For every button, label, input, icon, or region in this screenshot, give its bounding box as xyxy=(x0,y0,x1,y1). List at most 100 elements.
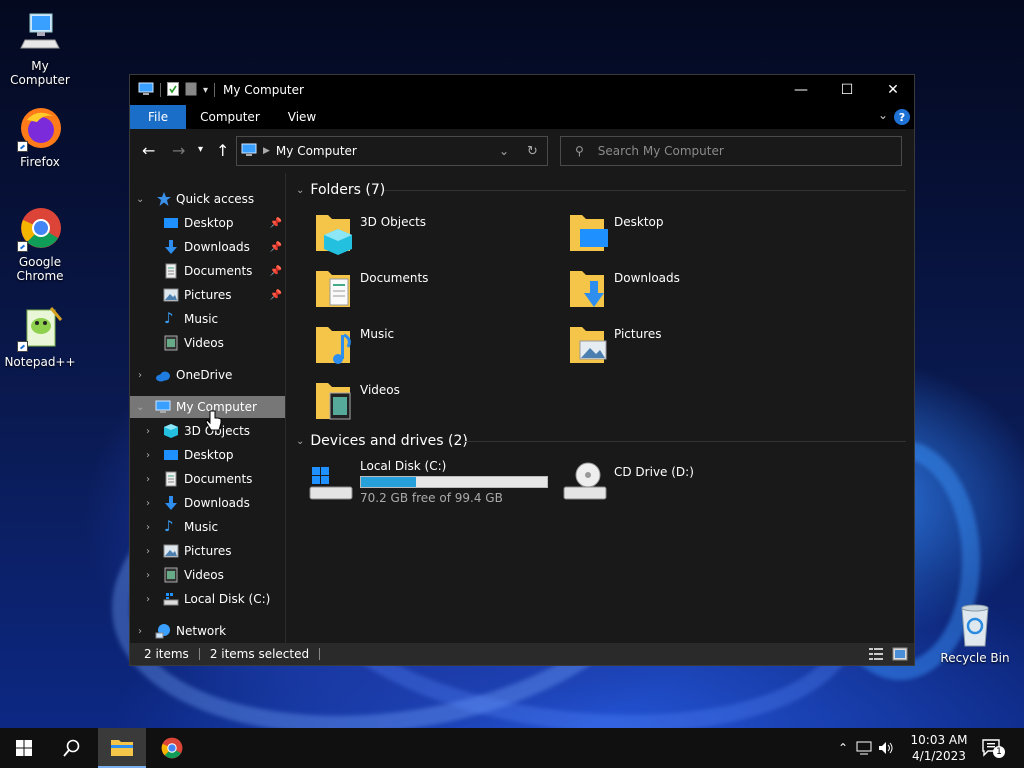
cube-icon xyxy=(164,424,178,438)
nav-network[interactable]: › Network xyxy=(130,620,285,642)
nav-quick-documents[interactable]: Documents 📌 xyxy=(130,260,285,282)
action-center-button[interactable]: 1 xyxy=(982,728,1005,768)
chevron-right-icon[interactable]: › xyxy=(138,626,142,637)
drive-cd-d[interactable]: CD Drive (D:) xyxy=(562,459,812,511)
maximize-button[interactable]: ☐ xyxy=(824,75,870,105)
nav-quick-downloads[interactable]: Downloads 📌 xyxy=(130,236,285,258)
details-view-icon[interactable] xyxy=(868,647,884,664)
customize-toolbar-chevron-icon[interactable]: ▾ xyxy=(203,85,208,96)
help-icon[interactable]: ? xyxy=(894,109,910,125)
network-status-icon[interactable] xyxy=(856,741,872,755)
folder-desktop[interactable]: Desktop xyxy=(568,209,818,261)
shortcut-arrow-icon xyxy=(17,341,28,352)
up-arrow-icon[interactable]: ↑ xyxy=(216,141,229,160)
back-arrow-icon[interactable]: ← xyxy=(142,141,155,160)
desktop-icon-firefox[interactable]: Firefox xyxy=(0,106,80,169)
desktop-icon-my-computer[interactable]: My Computer xyxy=(0,10,80,87)
folder-downloads[interactable]: Downloads xyxy=(568,265,818,317)
chevron-right-icon[interactable]: › xyxy=(138,370,142,381)
nav-quick-videos[interactable]: Videos xyxy=(130,332,285,354)
hard-drive-icon xyxy=(163,593,179,606)
drive-usage-fill xyxy=(361,477,416,487)
desktop-icon-notepad-plus-plus[interactable]: Notepad++ xyxy=(0,306,80,369)
computer-icon xyxy=(17,10,63,56)
devices-group-header[interactable]: ⌄ Devices and drives (2) xyxy=(296,430,468,452)
chevron-right-icon[interactable]: › xyxy=(146,522,150,533)
properties-icon[interactable] xyxy=(167,81,179,99)
tab-view[interactable]: View xyxy=(274,105,330,129)
nav-computer-videos[interactable]: › Videos xyxy=(130,564,285,586)
tab-file[interactable]: File xyxy=(130,105,187,129)
tab-computer[interactable]: Computer xyxy=(186,105,274,129)
star-icon xyxy=(157,192,171,206)
chevron-right-icon[interactable]: › xyxy=(146,474,150,485)
new-folder-icon[interactable] xyxy=(185,82,197,99)
nav-quick-access[interactable]: ⌄ Quick access xyxy=(130,188,285,210)
desktop-icon-google-chrome[interactable]: Google Chrome xyxy=(0,206,80,283)
pictures-icon xyxy=(163,544,179,558)
selection-count: 2 items selected xyxy=(200,648,321,660)
chevron-right-icon[interactable]: › xyxy=(146,570,150,581)
show-hidden-icons-chevron-icon[interactable]: ⌃ xyxy=(838,741,848,755)
window-title: My Computer xyxy=(223,83,304,97)
chevron-right-icon[interactable]: › xyxy=(146,426,150,437)
nav-computer-pictures[interactable]: › Pictures xyxy=(130,540,285,562)
folder-documents[interactable]: Documents xyxy=(314,265,564,317)
volume-icon[interactable] xyxy=(878,741,894,755)
taskbar-chrome[interactable] xyxy=(148,728,196,768)
clock[interactable]: 10:03 AM 4/1/2023 xyxy=(906,732,972,764)
desktop-icon-label: Google Chrome xyxy=(16,255,64,283)
explorer-window: ▾ My Computer — ☐ ✕ File Computer View ⌄… xyxy=(129,74,915,666)
nav-computer-downloads[interactable]: › Downloads xyxy=(130,492,285,514)
chevron-down-icon[interactable]: ⌄ xyxy=(296,185,304,196)
forward-arrow-icon[interactable]: → xyxy=(172,141,185,160)
folder-pictures[interactable]: Pictures xyxy=(568,321,818,373)
videos-icon xyxy=(164,567,178,583)
nav-computer-desktop[interactable]: › Desktop xyxy=(130,444,285,466)
nav-computer-documents[interactable]: › Documents xyxy=(130,468,285,490)
recent-locations-chevron-icon[interactable]: ▾ xyxy=(198,144,203,155)
folder-documents-icon xyxy=(316,271,350,307)
chevron-down-icon[interactable]: ⌄ xyxy=(136,402,144,413)
cloud-icon xyxy=(156,371,170,382)
title-bar[interactable]: ▾ My Computer — ☐ ✕ xyxy=(130,75,914,105)
download-icon xyxy=(165,496,177,510)
system-tray: ⌃ xyxy=(838,728,894,768)
search-input[interactable]: Search My Computer xyxy=(598,144,724,158)
folder-3d-objects[interactable]: 3D Objects xyxy=(314,209,564,261)
refresh-icon[interactable]: ↻ xyxy=(527,144,538,159)
nav-computer-music[interactable]: › ♪ Music xyxy=(130,516,285,538)
drive-local-disk-c[interactable]: Local Disk (C:) 70.2 GB free of 99.4 GB xyxy=(308,459,558,511)
folder-music[interactable]: Music xyxy=(314,321,564,373)
chevron-right-icon[interactable]: › xyxy=(146,498,150,509)
minimize-button[interactable]: — xyxy=(778,75,824,105)
nav-onedrive[interactable]: › OneDrive xyxy=(130,364,285,386)
nav-quick-pictures[interactable]: Pictures 📌 xyxy=(130,284,285,306)
start-button[interactable] xyxy=(0,728,48,768)
chevron-down-icon[interactable]: ⌄ xyxy=(296,436,304,447)
nav-computer-local-disk[interactable]: › Local Disk (C:) xyxy=(130,588,285,610)
chevron-down-icon[interactable]: ⌄ xyxy=(136,194,144,205)
chevron-right-icon[interactable]: › xyxy=(146,450,150,461)
document-icon xyxy=(165,263,177,279)
nav-quick-desktop[interactable]: Desktop 📌 xyxy=(130,212,285,234)
recycle-bin-icon xyxy=(952,602,998,648)
folder-videos[interactable]: Videos xyxy=(314,377,564,429)
taskbar-file-explorer[interactable] xyxy=(98,728,146,768)
document-icon xyxy=(165,471,177,487)
close-button[interactable]: ✕ xyxy=(870,75,916,105)
search-box[interactable]: ⚲ Search My Computer xyxy=(560,136,902,166)
desktop-icon-recycle-bin[interactable]: Recycle Bin xyxy=(935,602,1015,665)
computer-icon xyxy=(155,400,171,413)
nav-quick-music[interactable]: ♪ Music xyxy=(130,308,285,330)
chevron-right-icon[interactable]: › xyxy=(146,546,150,557)
address-bar[interactable]: ▶ My Computer ⌄ ↻ xyxy=(236,136,548,166)
breadcrumb[interactable]: My Computer xyxy=(276,144,357,158)
chevron-right-icon[interactable]: › xyxy=(146,594,150,605)
expand-ribbon-chevron-icon[interactable]: ⌄ xyxy=(878,108,888,122)
search-button[interactable] xyxy=(48,728,96,768)
folders-group-header[interactable]: ⌄ Folders (7) xyxy=(296,179,385,201)
breadcrumb-separator-icon[interactable]: ▶ xyxy=(263,146,270,156)
large-icons-view-icon[interactable] xyxy=(892,647,908,664)
address-dropdown-chevron-icon[interactable]: ⌄ xyxy=(499,144,509,158)
